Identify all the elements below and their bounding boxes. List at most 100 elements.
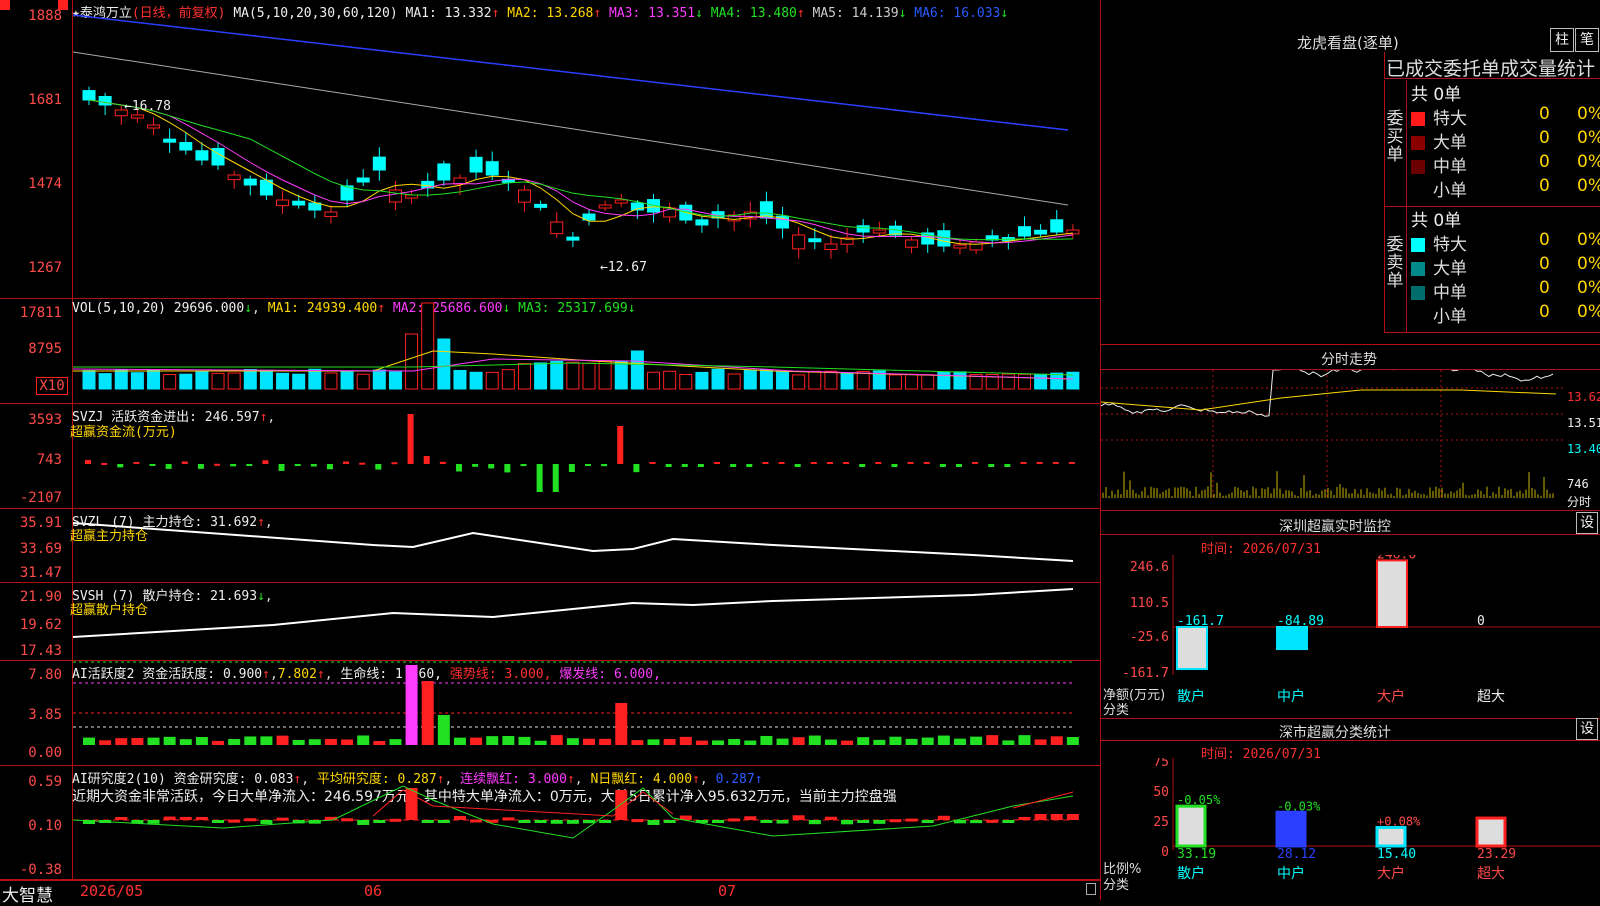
svzj-panel[interactable]: 3593 743 -2107 SVZJ 活跃资金进出: 246.597↑, 超赢…: [0, 404, 1100, 509]
net-bar: [1376, 559, 1408, 629]
volume-bar: [856, 370, 870, 390]
flow-bar: [246, 464, 253, 466]
activity-bar: [195, 737, 208, 745]
candle-panel[interactable]: 1888 1681 1474 1267 ★泰鸿万立(日线，前复权) MA(5,1…: [0, 0, 1100, 299]
activity-bar: [905, 738, 918, 745]
activity-bar: [550, 735, 563, 745]
flow-bar: [391, 462, 398, 465]
research-bar: [1034, 814, 1047, 820]
flow-bar: [859, 464, 866, 467]
ai-activity-panel[interactable]: 7.80 3.85 0.00 AI活跃度2 资金活跃度: 0.900↑,7.80…: [0, 661, 1100, 766]
volume-bar: [808, 370, 822, 390]
svzl-chart[interactable]: [73, 509, 1100, 582]
flow-bar: [423, 456, 430, 464]
ai-research-chart[interactable]: [73, 766, 1100, 879]
research-bar: [260, 820, 273, 825]
candle: [485, 161, 499, 176]
lock-icon[interactable]: [1086, 883, 1096, 895]
flow-bar: [149, 464, 156, 466]
volume-bar: [695, 371, 709, 390]
candle-chart[interactable]: [73, 0, 1100, 298]
net-category: 中户: [1277, 688, 1305, 705]
activity-bar: [179, 739, 192, 745]
ratio-tick: 0: [1161, 845, 1169, 860]
research-line: [73, 785, 1074, 839]
flow-bar: [310, 464, 317, 467]
net-tick: 246.6: [1130, 560, 1169, 575]
volume-bar: [130, 372, 144, 390]
flow-bar: [488, 464, 495, 469]
activity-bar: [437, 715, 450, 745]
flow-bar: [262, 460, 269, 464]
ma-line: [88, 99, 1073, 244]
research-bar: [776, 820, 789, 824]
help-icon[interactable]: [58, 0, 68, 10]
flow-bar: [810, 462, 817, 464]
activity-bar: [244, 736, 257, 745]
activity-bar: [566, 738, 579, 745]
candle: [469, 156, 483, 173]
ratio-bar-chart[interactable]: 75 50 25 0 -0.05% 33.19 散户 -0.03% 28.12 中户 +0.08% 1…: [1101, 758, 1600, 900]
research-bar: [808, 820, 821, 825]
y-tick: 0.00: [28, 745, 62, 761]
flow-bar: [681, 464, 688, 467]
tick-mode-button[interactable]: 笔: [1575, 28, 1599, 52]
net-bar-chart[interactable]: 246.6 110.5 -25.6 -161.7 -161.7 散户 -84.89 中户 246…: [1101, 555, 1600, 715]
stats-tab[interactable]: 已成交委托单成交量统计: [1386, 54, 1595, 81]
volume-bar: [292, 373, 306, 390]
activity-bar: [970, 736, 983, 745]
candle: [243, 178, 257, 186]
activity-bar: [599, 738, 612, 745]
svzl-panel[interactable]: 35.91 33.69 31.47 SVZL (7) 主力持仓: 31.692↑…: [0, 509, 1100, 583]
flow-bar: [891, 464, 898, 467]
research-bar: [712, 820, 725, 823]
candle: [872, 229, 886, 234]
activity-bar: [889, 736, 902, 745]
ai-activity-chart[interactable]: [73, 661, 1100, 765]
volume-bar: [501, 369, 515, 390]
intraday-chart[interactable]: [1101, 370, 1566, 510]
bar-mode-button[interactable]: 柱: [1550, 28, 1574, 52]
volume-bar: [469, 371, 483, 390]
research-bar: [873, 820, 886, 824]
intraday-tick: 13.62: [1567, 390, 1600, 404]
svsh-panel[interactable]: 21.90 19.62 17.43 SVSH (7) 散户持仓: 21.693↓…: [0, 583, 1100, 661]
flow-bar: [617, 426, 624, 464]
volume-chart[interactable]: [73, 299, 1100, 403]
activity-bar: [341, 739, 354, 745]
y-tick: 35.91: [19, 515, 62, 531]
activity-bar: [518, 736, 531, 745]
stat-settings-button[interactable]: 设: [1576, 718, 1598, 740]
y-tick: 33.69: [19, 541, 62, 557]
svzj-chart[interactable]: [73, 404, 1100, 508]
ma-line: [73, 14, 1069, 131]
activity-bar: [373, 740, 386, 745]
intraday-tick: 13.40: [1567, 442, 1600, 456]
y-tick: 17.43: [19, 643, 62, 659]
flow-bar: [585, 464, 591, 466]
activity-bar: [986, 735, 999, 745]
activity-bar: [292, 739, 305, 745]
volume-bar: [953, 371, 967, 390]
flow-bar: [504, 464, 511, 473]
ratio-tick: 25: [1153, 815, 1169, 830]
candle: [388, 189, 402, 203]
svsh-chart[interactable]: [73, 583, 1100, 660]
volume-bar: [711, 368, 725, 390]
candle: [566, 236, 580, 241]
volume-bar: [82, 370, 96, 390]
candle: [276, 199, 290, 207]
volume-unit[interactable]: X10: [36, 377, 68, 395]
activity-bar: [760, 735, 773, 745]
order-row: 小单00%: [1411, 176, 1600, 201]
ratio-tick: 50: [1153, 785, 1169, 800]
volume-bar: [1001, 373, 1015, 390]
volume-panel[interactable]: 17811 8795 X10 VOL(5,10,20) 29696.000↓, …: [0, 299, 1100, 404]
order-row: 大单00%: [1411, 128, 1600, 153]
date-label: 2026/05: [80, 882, 144, 900]
ai-research-panel[interactable]: 0.59 0.10 -0.38 AI研究度2(10) 资金研究度: 0.083↑…: [0, 766, 1100, 880]
candle: [614, 199, 628, 204]
monitor-settings-button[interactable]: 设: [1576, 512, 1598, 534]
flow-bar: [633, 464, 640, 473]
corner-menu-icon[interactable]: [0, 0, 10, 10]
